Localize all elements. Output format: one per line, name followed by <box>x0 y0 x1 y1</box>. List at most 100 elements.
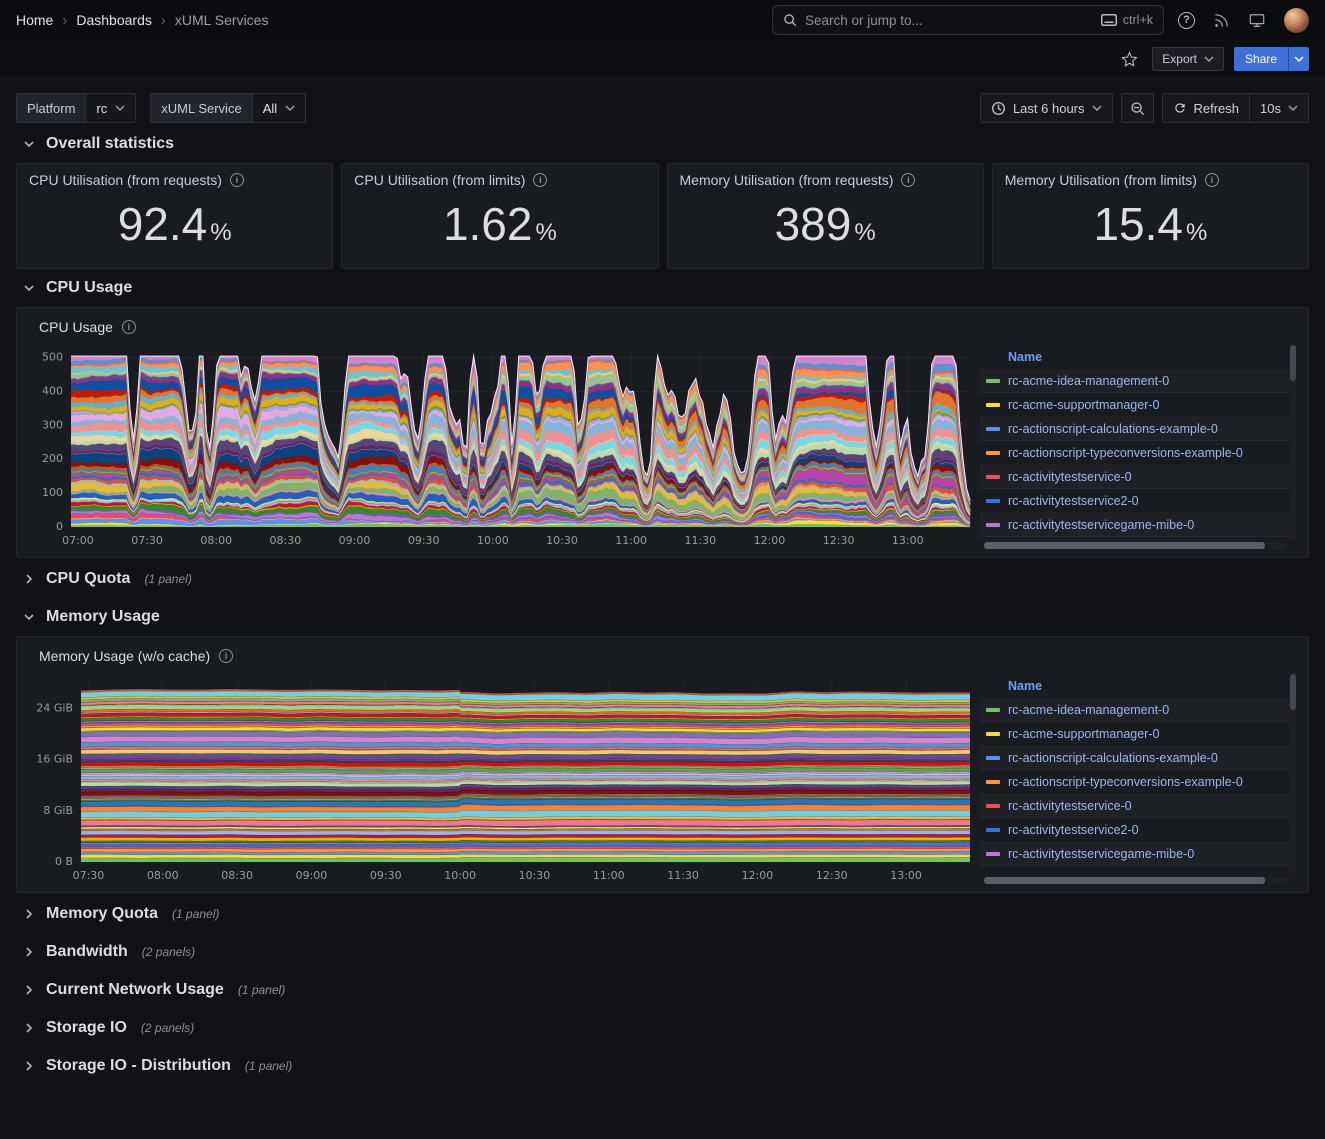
scrollbar-thumb[interactable] <box>984 877 1265 884</box>
refresh-label: Refresh <box>1194 101 1240 116</box>
xuml-service-filter-value[interactable]: All <box>252 93 306 123</box>
monitor-icon[interactable] <box>1248 12 1266 29</box>
series-name[interactable]: rc-acme-idea-management-0 <box>1008 703 1169 717</box>
zoom-out-button[interactable] <box>1121 93 1154 123</box>
series-name[interactable]: rc-acme-idea-management-0 <box>1008 374 1169 388</box>
section-memory-quota[interactable]: Memory Quota (1 panel) <box>16 895 1309 933</box>
platform-filter-value[interactable]: rc <box>85 93 136 123</box>
scrollbar-thumb[interactable] <box>984 542 1265 549</box>
section-overall-statistics[interactable]: Overall statistics <box>16 125 1309 163</box>
breadcrumb: Home Dashboards xUML Services <box>16 12 268 28</box>
share-menu-button[interactable] <box>1288 47 1309 71</box>
series-color-swatch <box>986 756 1000 760</box>
legend-item[interactable]: rc-activitytestservicegame-mibe-0 <box>980 842 1296 866</box>
legend-header-name[interactable]: Name <box>980 345 1296 369</box>
series-color-swatch <box>986 451 1000 455</box>
share-button[interactable]: Share <box>1234 47 1288 71</box>
platform-value-text: rc <box>96 101 107 116</box>
info-icon[interactable] <box>1205 173 1219 187</box>
legend-item[interactable]: rc-activitytestservice2-0 <box>980 489 1296 513</box>
legend-item[interactable]: rc-activitytestservicegame-mibe-0 <box>980 513 1296 537</box>
help-icon[interactable] <box>1178 12 1195 29</box>
user-avatar[interactable] <box>1284 8 1309 33</box>
refresh-button[interactable]: Refresh <box>1162 93 1250 123</box>
section-title: Memory Usage <box>46 608 160 626</box>
info-icon[interactable] <box>122 320 136 334</box>
breadcrumb-home[interactable]: Home <box>16 12 53 28</box>
legend-item[interactable]: rc-actionscript-calculations-example-0 <box>980 746 1296 770</box>
cpu-legend-rows: rc-acme-idea-management-0 rc-acme-suppor… <box>980 369 1296 537</box>
series-name[interactable]: rc-actionscript-typeconversions-example-… <box>1008 446 1243 460</box>
section-cpu-quota[interactable]: CPU Quota (1 panel) <box>16 560 1309 598</box>
legend-item[interactable]: rc-acme-idea-management-0 <box>980 698 1296 722</box>
xuml-service-filter: xUML Service All <box>150 93 306 123</box>
legend-vertical-scrollbar[interactable] <box>1290 674 1296 874</box>
cpu-usage-chart[interactable] <box>29 345 974 551</box>
memory-panel-header[interactable]: Memory Usage (w/o cache) <box>39 648 1296 664</box>
series-color-swatch <box>986 732 1000 736</box>
panel-count: (1 panel) <box>245 1059 292 1073</box>
scrollbar-thumb[interactable] <box>1290 674 1296 710</box>
legend-item[interactable]: rc-acme-supportmanager-0 <box>980 722 1296 746</box>
section-storage-io[interactable]: Storage IO (2 panels) <box>16 1009 1309 1047</box>
series-color-swatch <box>986 523 1000 527</box>
series-name[interactable]: rc-activitytestservice2-0 <box>1008 823 1139 837</box>
series-color-swatch <box>986 475 1000 479</box>
platform-filter: Platform rc <box>16 93 136 123</box>
chevron-right-icon <box>22 983 36 997</box>
section-memory-usage[interactable]: Memory Usage <box>16 598 1309 636</box>
legend-header-name[interactable]: Name <box>980 674 1296 698</box>
series-name[interactable]: rc-activitytestservicegame-mibe-0 <box>1008 847 1194 861</box>
news-rss-icon[interactable] <box>1213 12 1230 29</box>
legend-horizontal-scrollbar[interactable] <box>984 877 1286 884</box>
legend-item[interactable]: rc-acme-supportmanager-0 <box>980 393 1296 417</box>
breadcrumb-dashboards[interactable]: Dashboards <box>76 12 152 28</box>
legend-item[interactable]: rc-actionscript-typeconversions-example-… <box>980 441 1296 465</box>
info-icon[interactable] <box>901 173 915 187</box>
series-name[interactable]: rc-acme-supportmanager-0 <box>1008 398 1159 412</box>
section-cpu-usage[interactable]: CPU Usage <box>16 269 1309 307</box>
section-bandwidth[interactable]: Bandwidth (2 panels) <box>16 933 1309 971</box>
cpu-panel-header[interactable]: CPU Usage <box>39 319 1296 335</box>
info-icon[interactable] <box>533 173 547 187</box>
section-storage-io-distribution[interactable]: Storage IO - Distribution (1 panel) <box>16 1047 1309 1085</box>
scrollbar-thumb[interactable] <box>1290 345 1296 381</box>
series-color-swatch <box>986 708 1000 712</box>
legend-item[interactable]: rc-activitytestservice-0 <box>980 794 1296 818</box>
series-name[interactable]: rc-actionscript-calculations-example-0 <box>1008 422 1218 436</box>
series-name[interactable]: rc-activitytestservice2-0 <box>1008 494 1139 508</box>
refresh-interval-picker[interactable]: 10s <box>1249 93 1309 123</box>
legend-vertical-scrollbar[interactable] <box>1290 345 1296 539</box>
search-icon <box>783 13 797 27</box>
section-title: CPU Usage <box>46 279 132 297</box>
legend-item[interactable]: rc-acme-idea-management-0 <box>980 369 1296 393</box>
legend-item[interactable]: rc-activitytestservice2-0 <box>980 818 1296 842</box>
memory-usage-panel: Memory Usage (w/o cache) Name rc-acme-id… <box>16 636 1309 893</box>
series-name[interactable]: rc-actionscript-typeconversions-example-… <box>1008 775 1243 789</box>
section-current-network-usage[interactable]: Current Network Usage (1 panel) <box>16 971 1309 1009</box>
memory-usage-chart[interactable] <box>29 674 974 886</box>
series-name[interactable]: rc-activitytestservicegame-mibe-0 <box>1008 518 1194 532</box>
keyboard-icon <box>1101 14 1117 26</box>
series-name[interactable]: rc-actionscript-calculations-example-0 <box>1008 751 1218 765</box>
share-label: Share <box>1245 52 1277 66</box>
platform-filter-label: Platform <box>16 93 85 123</box>
time-range-picker[interactable]: Last 6 hours <box>980 93 1113 123</box>
legend-horizontal-scrollbar[interactable] <box>984 542 1286 549</box>
chevron-right-icon <box>22 945 36 959</box>
export-button[interactable]: Export <box>1152 47 1224 71</box>
legend-item[interactable]: rc-actionscript-calculations-example-0 <box>980 417 1296 441</box>
series-name[interactable]: rc-activitytestservice-0 <box>1008 799 1132 813</box>
series-name[interactable]: rc-activitytestservice-0 <box>1008 470 1132 484</box>
search-bar[interactable]: ctrl+k <box>772 5 1164 35</box>
refresh-interval-label: 10s <box>1260 101 1281 116</box>
info-icon[interactable] <box>230 173 244 187</box>
series-name[interactable]: rc-acme-supportmanager-0 <box>1008 727 1159 741</box>
legend-item[interactable]: rc-actionscript-typeconversions-example-… <box>980 770 1296 794</box>
info-icon[interactable] <box>219 649 233 663</box>
star-button[interactable] <box>1117 47 1142 72</box>
export-label: Export <box>1162 52 1197 66</box>
legend-item[interactable]: rc-activitytestservice-0 <box>980 465 1296 489</box>
search-input[interactable] <box>805 13 1093 28</box>
stat-unit: % <box>535 219 556 247</box>
